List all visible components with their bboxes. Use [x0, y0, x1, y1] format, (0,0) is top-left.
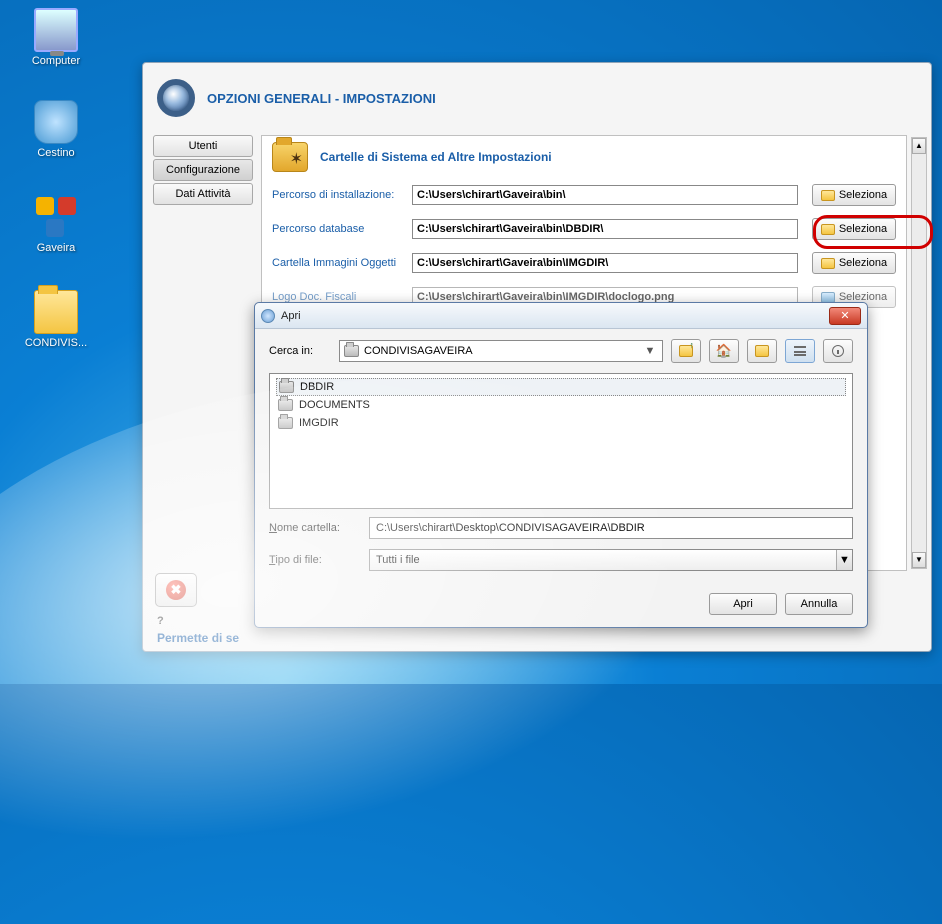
list-icon	[794, 346, 806, 356]
sidebar-tabs: Utenti Configurazione Dati Attività	[153, 135, 253, 207]
folder-gear-icon	[272, 142, 308, 172]
close-button[interactable]: ✖	[155, 573, 197, 607]
home-icon: 🏠	[716, 343, 732, 359]
open-dialog: Apri ✕ Cerca in: CONDIVISAGAVEIRA ▼ 🏠 DB…	[254, 302, 868, 628]
status-text: Permette di se	[157, 631, 239, 645]
row-images: Cartella Immagini Oggetti Seleziona	[262, 246, 906, 280]
label-images: Cartella Immagini Oggetti	[272, 257, 412, 269]
desktop-icon-recyclebin[interactable]: Cestino	[18, 100, 94, 159]
folder-icon	[344, 345, 359, 357]
help-button[interactable]: ?	[157, 615, 164, 627]
scroll-down-icon[interactable]: ▼	[912, 552, 926, 568]
tab-utenti[interactable]: Utenti	[153, 135, 253, 157]
app-icon	[261, 309, 275, 323]
list-item[interactable]: IMGDIR	[276, 414, 846, 432]
recyclebin-icon	[34, 100, 78, 144]
details-view-button[interactable]	[823, 339, 853, 363]
up-folder-button[interactable]	[671, 339, 701, 363]
desktop-icon-gaveira[interactable]: Gaveira	[18, 195, 94, 254]
input-images-path[interactable]	[412, 253, 798, 273]
up-folder-icon	[679, 345, 693, 357]
chevron-down-icon: ▼	[836, 550, 852, 570]
desktop-icon-computer[interactable]: Computer	[18, 8, 94, 67]
input-install-path[interactable]	[412, 185, 798, 205]
row-database: Percorso database Seleziona	[262, 212, 906, 246]
list-item-label: DBDIR	[300, 381, 334, 393]
label-install: Percorso di installazione:	[272, 189, 412, 201]
list-view-button[interactable]	[785, 339, 815, 363]
gear-icon	[157, 79, 195, 117]
dialog-close-button[interactable]: ✕	[829, 307, 861, 325]
search-in-value: CONDIVISAGAVEIRA	[364, 345, 473, 357]
filetype-combo[interactable]: Tutti i file ▼	[369, 549, 853, 571]
close-icon: ✖	[166, 580, 186, 600]
filetype-label: Tipo di file:	[269, 554, 359, 566]
folder-icon	[821, 224, 835, 235]
list-item-label: IMGDIR	[299, 417, 339, 429]
dialog-title: Apri	[281, 310, 829, 322]
list-item-label: DOCUMENTS	[299, 399, 370, 411]
input-database-path[interactable]	[412, 219, 798, 239]
desktop-icon-condivis[interactable]: CONDIVIS...	[18, 290, 94, 349]
monitor-icon	[34, 8, 78, 52]
label-database: Percorso database	[272, 223, 412, 235]
desktop-label: Computer	[18, 55, 94, 67]
list-item[interactable]: DBDIR	[276, 378, 846, 396]
button-select-images[interactable]: Seleziona	[812, 252, 896, 274]
chevron-down-icon: ▼	[642, 345, 658, 357]
scroll-up-icon[interactable]: ▲	[912, 138, 926, 154]
tab-dati-attivita[interactable]: Dati Attività	[153, 183, 253, 205]
button-select-install[interactable]: Seleziona	[812, 184, 896, 206]
search-in-combo[interactable]: CONDIVISAGAVEIRA ▼	[339, 340, 663, 362]
dialog-titlebar[interactable]: Apri ✕	[255, 303, 867, 329]
folder-icon	[278, 399, 293, 411]
search-in-label: Cerca in:	[269, 345, 331, 357]
folder-name-label: Nome cartella:	[269, 522, 359, 534]
list-item[interactable]: DOCUMENTS	[276, 396, 846, 414]
folder-icon	[34, 290, 78, 334]
desktop-label: CONDIVIS...	[18, 337, 94, 349]
folder-icon	[821, 258, 835, 269]
filetype-value: Tutti i file	[376, 554, 420, 566]
panel-title: Cartelle di Sistema ed Altre Impostazion…	[320, 150, 552, 164]
tab-configurazione[interactable]: Configurazione	[153, 159, 253, 181]
desktop-label: Cestino	[18, 147, 94, 159]
folder-name-input[interactable]	[369, 517, 853, 539]
panel-scrollbar[interactable]: ▲ ▼	[911, 137, 927, 569]
home-button[interactable]: 🏠	[709, 339, 739, 363]
gaveira-icon	[34, 195, 78, 239]
folder-icon	[278, 417, 293, 429]
open-button[interactable]: Apri	[709, 593, 777, 615]
desktop-label: Gaveira	[18, 242, 94, 254]
file-list[interactable]: DBDIR DOCUMENTS IMGDIR	[269, 373, 853, 509]
row-install: Percorso di installazione: Seleziona	[262, 178, 906, 212]
folder-icon	[821, 190, 835, 201]
window-title: OPZIONI GENERALI - IMPOSTAZIONI	[207, 91, 436, 106]
file-icon	[821, 292, 835, 303]
button-select-database[interactable]: Seleziona	[812, 218, 896, 240]
cancel-button[interactable]: Annulla	[785, 593, 853, 615]
new-folder-button[interactable]	[747, 339, 777, 363]
details-icon	[832, 345, 844, 357]
folder-icon	[279, 381, 294, 393]
new-folder-icon	[755, 345, 769, 357]
